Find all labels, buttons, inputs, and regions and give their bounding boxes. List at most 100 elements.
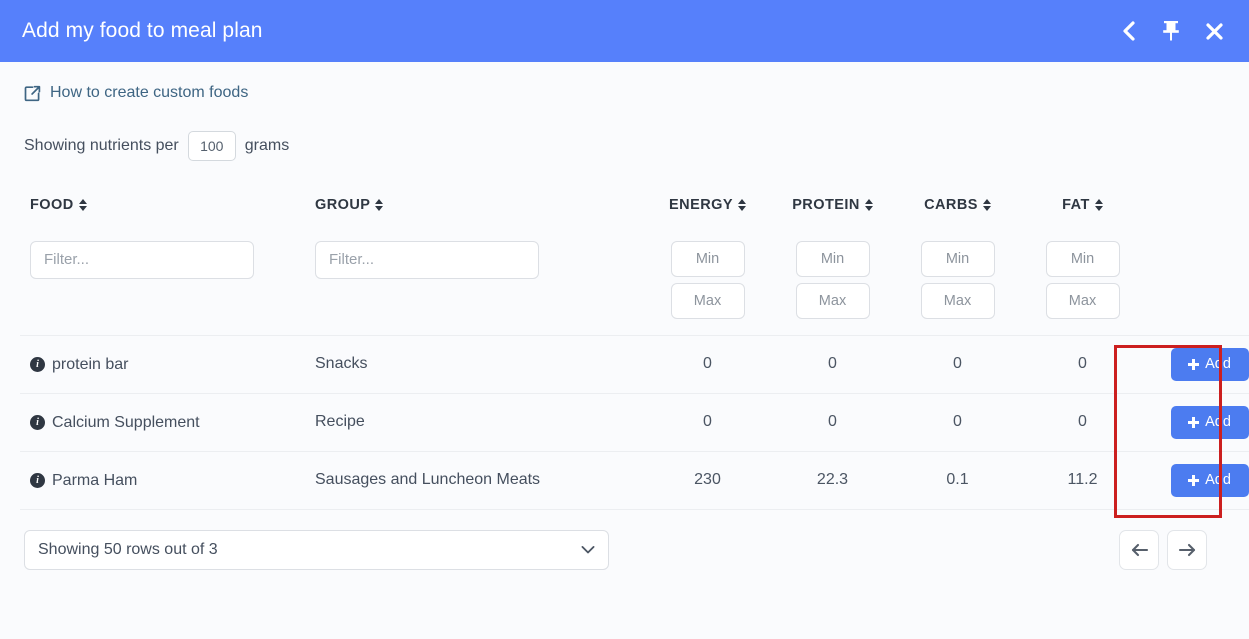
carbs-min-input[interactable]: [920, 240, 995, 277]
window-title-bar: Add my food to meal plan: [0, 0, 1249, 62]
sort-fat[interactable]: FAT: [1062, 197, 1103, 213]
foods-table-body: i protein bar Snacks 0 0 0 0 Add i Calci…: [20, 334, 1249, 510]
fat-minmax: [1045, 240, 1120, 319]
cell-actions: Add: [1145, 334, 1249, 393]
add-button-label: Add: [1205, 472, 1231, 488]
cell-energy: 0: [645, 334, 770, 393]
filter-cell-fat: [1020, 227, 1145, 336]
plus-icon: [1188, 474, 1200, 486]
cell-carbs: 0.1: [895, 450, 1020, 509]
previous-page-button[interactable]: [1119, 529, 1159, 570]
sort-icon: [78, 198, 87, 211]
carbs-max-input[interactable]: [920, 282, 995, 319]
add-button[interactable]: Add: [1170, 405, 1249, 439]
column-header-group: GROUP: [305, 197, 645, 227]
carbs-minmax: [920, 240, 995, 319]
nutrients-per-prefix: Showing nutrients per: [24, 136, 179, 154]
close-icon[interactable]: [1201, 18, 1227, 44]
cell-carbs: 0: [895, 392, 1020, 451]
table-row: i Parma Ham Sausages and Luncheon Meats …: [20, 450, 1249, 509]
column-header-energy-label: ENERGY: [669, 196, 733, 213]
cell-group: Snacks: [305, 334, 645, 393]
foods-table: FOOD GROUP ENERGY PROTEIN CARBS FAT Filt…: [20, 197, 1249, 510]
nutrients-per-row: Showing nutrients per grams: [20, 107, 1229, 161]
rows-select-wrap: Showing 50 rows out of 3: [24, 529, 609, 570]
sort-icon: [1094, 198, 1103, 211]
sort-food[interactable]: FOOD: [30, 197, 87, 213]
table-row: i protein bar Snacks 0 0 0 0 Add: [20, 334, 1249, 393]
plus-icon: [1188, 416, 1200, 428]
energy-minmax: [670, 240, 745, 319]
food-filter-input[interactable]: [30, 240, 254, 279]
sort-icon: [864, 198, 873, 211]
add-button-label: Add: [1205, 356, 1231, 372]
protein-max-input[interactable]: [795, 282, 870, 319]
info-icon[interactable]: i: [30, 357, 45, 373]
cell-fat: 0: [1020, 392, 1145, 451]
add-button[interactable]: Add: [1170, 463, 1249, 497]
add-button-label: Add: [1205, 414, 1231, 430]
column-header-actions: [1145, 197, 1249, 227]
howto-row: How to create custom foods: [20, 62, 1229, 107]
back-icon[interactable]: [1115, 18, 1141, 44]
cell-actions: Add: [1145, 450, 1249, 509]
cell-group: Recipe: [305, 392, 645, 451]
column-header-protein-label: PROTEIN: [792, 196, 860, 213]
sort-group[interactable]: GROUP: [315, 196, 384, 213]
cell-protein: 0: [770, 334, 895, 393]
column-header-food: FOOD: [20, 197, 305, 227]
fat-min-input[interactable]: [1045, 240, 1120, 277]
cell-fat: 0: [1020, 334, 1145, 393]
energy-min-input[interactable]: [670, 240, 745, 277]
howto-link-label: How to create custom foods: [50, 84, 249, 101]
sort-protein[interactable]: PROTEIN: [792, 197, 873, 213]
food-name: i Calcium Supplement: [30, 414, 200, 432]
cell-actions: Add: [1145, 392, 1249, 451]
window-actions: [1115, 18, 1227, 44]
food-name: i Parma Ham: [30, 472, 137, 490]
info-icon[interactable]: i: [30, 415, 45, 431]
app-window: Add my food to meal plan How to create c…: [0, 0, 1249, 570]
group-filter-input[interactable]: [315, 240, 539, 279]
food-label: Calcium Supplement: [52, 413, 200, 431]
filter-cell-carbs: [895, 227, 1020, 336]
filter-cell-energy: [645, 227, 770, 336]
filter-cell-actions: [1145, 227, 1249, 336]
sort-icon: [982, 198, 991, 211]
sort-carbs[interactable]: CARBS: [924, 197, 991, 213]
grams-input[interactable]: [187, 130, 236, 161]
filter-cell-food: [20, 227, 305, 336]
add-button[interactable]: Add: [1170, 347, 1249, 381]
table-header-row: FOOD GROUP ENERGY PROTEIN CARBS FAT: [20, 197, 1249, 227]
pin-icon[interactable]: [1158, 18, 1184, 44]
filter-cell-protein: [770, 227, 895, 336]
column-header-carbs: CARBS: [895, 197, 1020, 227]
column-header-energy: ENERGY: [645, 197, 770, 227]
cell-energy: 0: [645, 392, 770, 451]
energy-max-input[interactable]: [670, 282, 745, 319]
next-page-button[interactable]: [1167, 529, 1207, 570]
table-footer: Showing 50 rows out of 3: [20, 510, 1229, 570]
column-header-group-label: GROUP: [315, 196, 371, 213]
sort-icon: [375, 198, 384, 211]
cell-carbs: 0: [895, 334, 1020, 393]
food-label: protein bar: [52, 355, 129, 373]
table-row: i Calcium Supplement Recipe 0 0 0 0 Add: [20, 392, 1249, 451]
cell-food: i protein bar: [20, 334, 305, 393]
fat-max-input[interactable]: [1045, 282, 1120, 319]
column-header-fat-label: FAT: [1062, 196, 1090, 213]
info-icon[interactable]: i: [30, 473, 45, 489]
cell-group: Sausages and Luncheon Meats: [305, 450, 645, 509]
sort-icon: [737, 198, 746, 211]
cell-food: i Parma Ham: [20, 450, 305, 509]
protein-min-input[interactable]: [795, 240, 870, 277]
cell-protein: 22.3: [770, 450, 895, 509]
external-link-icon: [24, 85, 41, 102]
sort-energy[interactable]: ENERGY: [669, 197, 746, 213]
cell-food: i Calcium Supplement: [20, 392, 305, 451]
table-filter-row: [20, 227, 1249, 336]
main-content: How to create custom foods Showing nutri…: [0, 62, 1249, 570]
how-to-create-custom-foods-link[interactable]: How to create custom foods: [24, 84, 248, 102]
pagination: [1119, 529, 1229, 570]
rows-per-page-select[interactable]: Showing 50 rows out of 3: [24, 529, 609, 570]
